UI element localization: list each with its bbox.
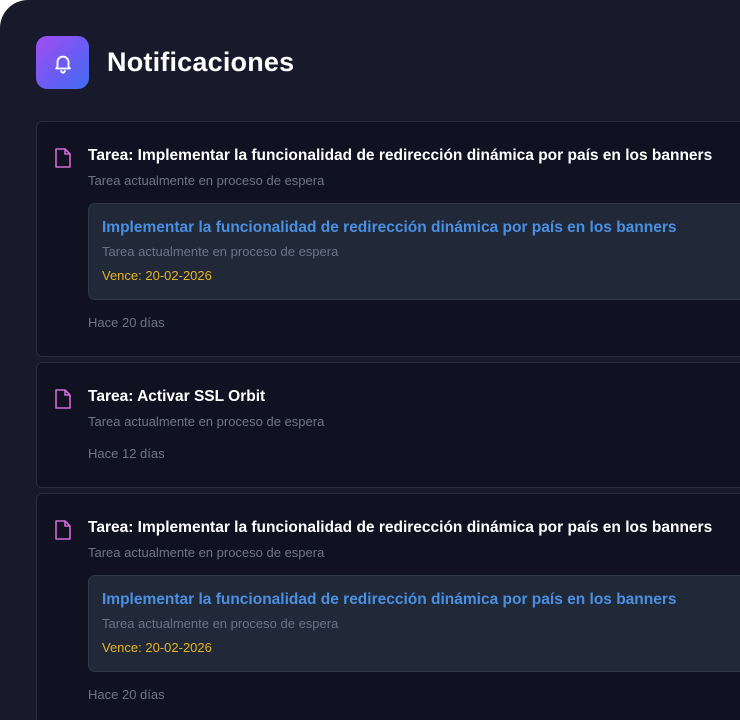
document-icon (53, 388, 73, 415)
notification-subtitle: Tarea actualmente en proceso de espera (88, 414, 325, 429)
notification-subtitle: Tarea actualmente en proceso de espera (88, 173, 325, 188)
task-status: Tarea actualmente en proceso de espera (102, 616, 339, 631)
notifications-header: Notificaciones (36, 36, 294, 89)
notification-time: Hace 20 días (88, 687, 165, 702)
notification-time: Hace 20 días (88, 315, 165, 330)
notification-title: Tarea: Implementar la funcionalidad de r… (88, 147, 713, 164)
notification-title: Tarea: Activar SSL Orbit (88, 388, 266, 405)
notification-item[interactable]: Tarea: Implementar la funcionalidad de r… (36, 493, 740, 720)
task-due-date: Vence: 20-02-2026 (102, 640, 212, 655)
bell-icon (36, 36, 89, 89)
notifications-panel: Notificaciones Tarea: Implementar la fun… (0, 0, 740, 720)
notification-time: Hace 12 días (88, 446, 165, 461)
task-preview[interactable]: Implementar la funcionalidad de redirecc… (88, 575, 740, 672)
notification-item[interactable]: Tarea: Implementar la funcionalidad de r… (36, 121, 740, 357)
task-status: Tarea actualmente en proceso de espera (102, 244, 339, 259)
page-title: Notificaciones (107, 47, 295, 77)
task-link[interactable]: Implementar la funcionalidad de redirecc… (102, 591, 677, 609)
task-link[interactable]: Implementar la funcionalidad de redirecc… (102, 219, 677, 237)
notification-title: Tarea: Implementar la funcionalidad de r… (88, 519, 713, 536)
document-icon (53, 519, 73, 546)
notification-subtitle: Tarea actualmente en proceso de espera (88, 545, 325, 560)
notification-item[interactable]: Tarea: Activar SSL Orbit Tarea actualmen… (36, 362, 740, 488)
task-preview[interactable]: Implementar la funcionalidad de redirecc… (88, 203, 740, 300)
document-icon (53, 147, 73, 174)
task-due-date: Vence: 20-02-2026 (102, 268, 212, 283)
